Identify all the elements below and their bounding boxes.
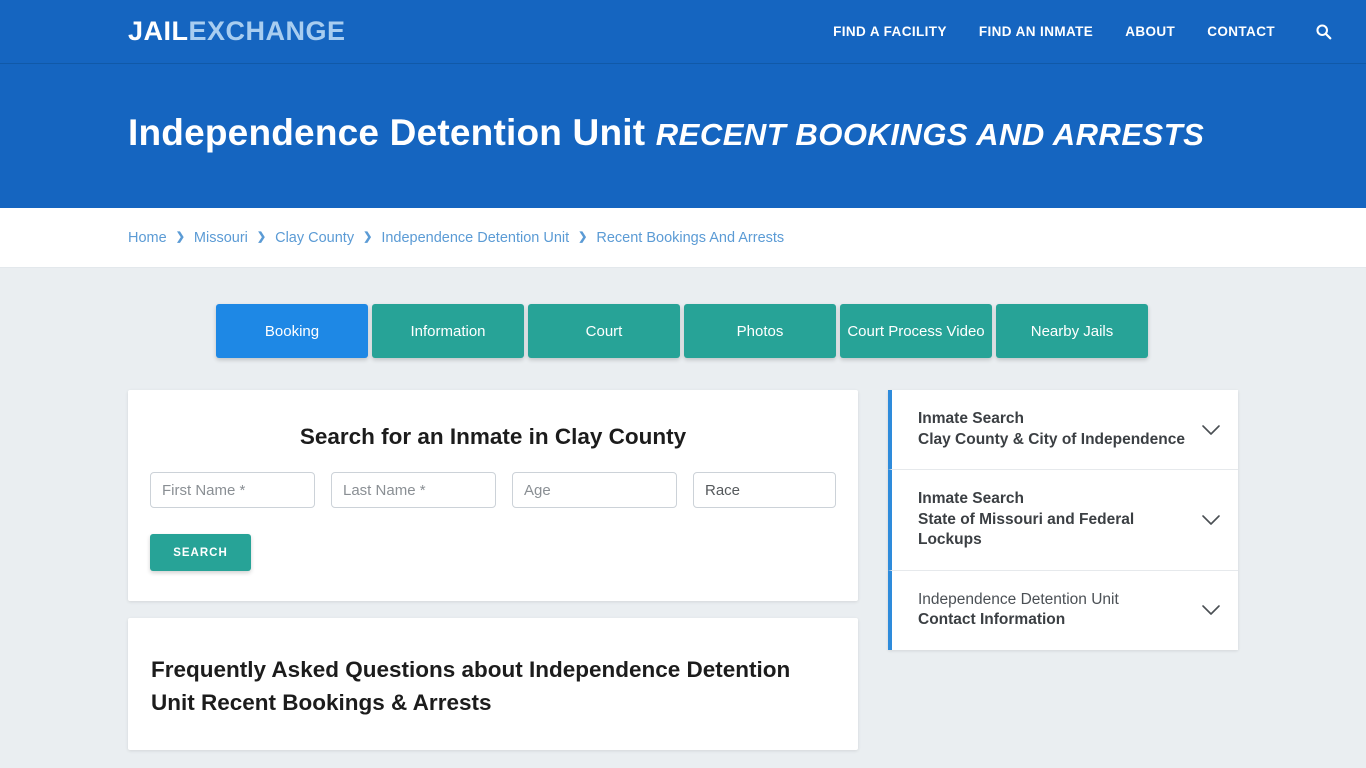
logo-text-jail: JAIL [128,16,189,46]
sidebar-item-text: Inmate Search State of Missouri and Fede… [918,489,1198,550]
sidebar-item-line1: Inmate Search [918,410,1024,428]
race-select[interactable]: Race [693,472,836,509]
sidebar-accordion: Inmate Search Clay County & City of Inde… [888,390,1238,650]
page-title: Independence Detention Unit Recent Booki… [128,104,1238,162]
search-fields-row: Race [150,472,836,509]
site-header: JAILEXCHANGE FIND A FACILITY FIND AN INM… [0,0,1366,64]
chevron-down-icon[interactable] [1198,424,1224,436]
breadcrumb-item-missouri[interactable]: Missouri [194,230,248,246]
tab-information[interactable]: Information [372,304,524,359]
breadcrumb-item-recent-bookings-and-arrests[interactable]: Recent Bookings And Arrests [596,230,784,246]
tab-photos[interactable]: Photos [684,304,836,359]
sidebar-item-contact-information[interactable]: Independence Detention Unit Contact Info… [888,570,1238,650]
sidebar-item-line2: Contact Information [918,611,1066,629]
breadcrumb-separator-icon: ❯ [256,231,267,244]
sidebar-item-inmate-search-clay-county[interactable]: Inmate Search Clay County & City of Inde… [888,390,1238,471]
sidebar-item-line2: Clay County & City of Independence [918,430,1185,448]
sidebar-item-text: Inmate Search Clay County & City of Inde… [918,409,1198,450]
search-card-title: Search for an Inmate in Clay County [299,424,687,450]
age-input[interactable] [512,472,677,509]
search-button[interactable]: SEARCH [150,534,251,572]
nav-item-find-an-inmate[interactable]: FIND AN INMATE [979,24,1093,39]
nav-item-find-a-facility[interactable]: FIND A FACILITY [833,24,947,39]
sidebar-item-text: Independence Detention Unit Contact Info… [918,590,1198,631]
sidebar-item-inmate-search-state-missouri[interactable]: Inmate Search State of Missouri and Fede… [888,470,1238,571]
nav-item-contact[interactable]: CONTACT [1207,24,1275,39]
chevron-down-icon[interactable] [1198,604,1224,616]
tab-nearby-jails[interactable]: Nearby Jails [996,304,1148,359]
chevron-down-icon[interactable] [1198,514,1224,526]
page-title-main: Independence Detention Unit [128,112,656,153]
breadcrumb-item-independence-detention-unit[interactable]: Independence Detention Unit [381,230,569,246]
facility-tabs: Booking Information Court Photos Court P… [216,304,1238,359]
last-name-input[interactable] [331,472,496,509]
faq-card: Frequently Asked Questions about Indepen… [128,618,858,750]
nav-item-about[interactable]: ABOUT [1125,24,1175,39]
tab-court-process-video[interactable]: Court Process Video [840,304,992,359]
faq-title: Frequently Asked Questions about Indepen… [151,657,791,716]
breadcrumb-item-home[interactable]: Home [128,230,167,246]
hero-banner: Independence Detention Unit Recent Booki… [0,64,1366,209]
breadcrumb-separator-icon: ❯ [578,231,588,244]
logo-text-exchange: EXCHANGE [188,16,346,46]
right-column: Inmate Search Clay County & City of Inde… [888,390,1238,650]
site-logo[interactable]: JAILEXCHANGE [128,18,346,45]
left-column: Search for an Inmate in Clay County Race… [128,390,858,750]
breadcrumb: Home ❯ Missouri ❯ Clay County ❯ Independ… [128,230,1238,246]
search-icon[interactable] [1312,21,1334,43]
main-content: Booking Information Court Photos Court P… [0,268,1366,750]
tab-court[interactable]: Court [528,304,680,359]
tab-booking[interactable]: Booking [216,304,368,359]
breadcrumb-separator-icon: ❯ [175,231,185,244]
first-name-input[interactable] [150,472,315,509]
main-navigation: FIND A FACILITY FIND AN INMATE ABOUT CON… [833,21,1334,43]
breadcrumb-item-clay-county[interactable]: Clay County [275,230,354,246]
sidebar-item-line2: State of Missouri and Federal Lockups [918,510,1135,549]
page-title-sub: Recent Bookings and Arrests [655,117,1205,152]
sidebar-item-line1: Independence Detention Unit [918,590,1119,608]
sidebar-item-line1: Inmate Search [918,490,1024,508]
inmate-search-card: Search for an Inmate in Clay County Race… [128,390,858,602]
breadcrumb-bar: Home ❯ Missouri ❯ Clay County ❯ Independ… [0,208,1366,269]
breadcrumb-separator-icon: ❯ [363,231,373,244]
